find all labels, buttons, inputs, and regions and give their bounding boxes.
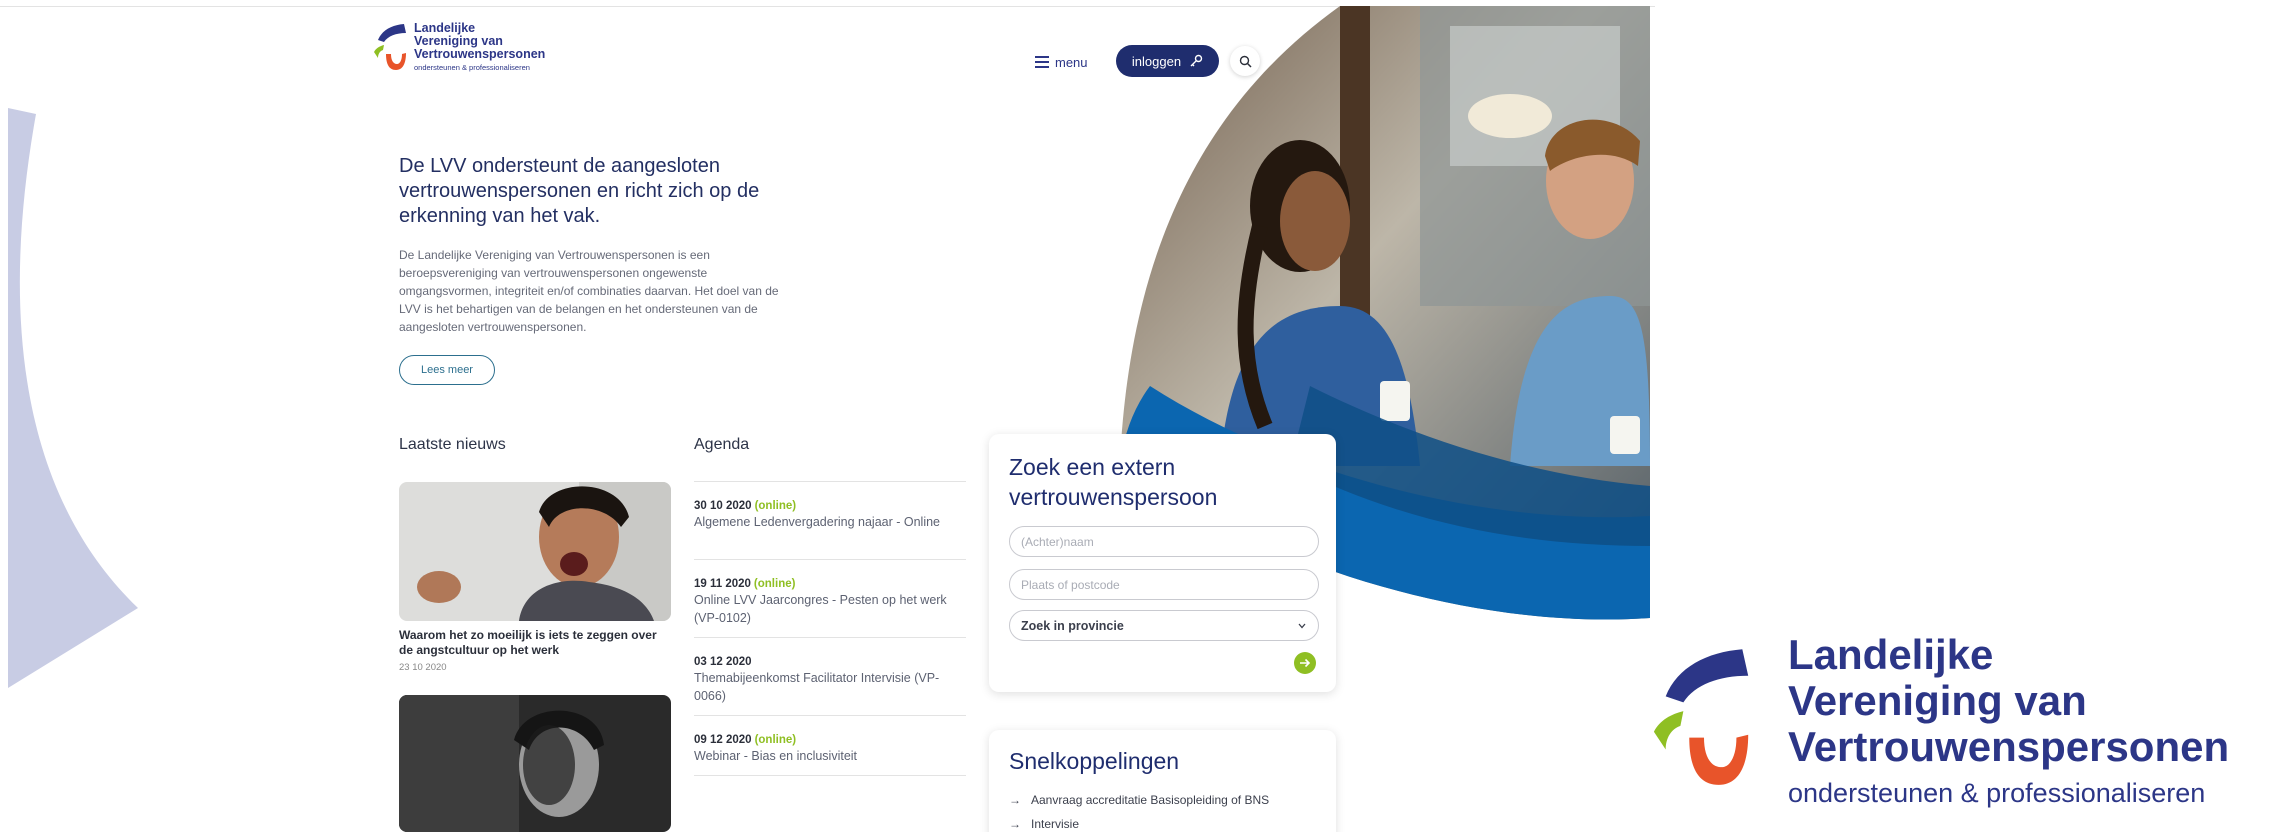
news-photo-portrait xyxy=(399,695,671,832)
quicklink-item[interactable]: → Intervisie xyxy=(1009,817,1079,831)
quicklink-label: Intervisie xyxy=(1031,817,1080,831)
news-item-title[interactable]: Waarom het zo moeilijk is iets te zeggen… xyxy=(399,628,671,658)
search-submit-button[interactable] xyxy=(1294,652,1316,674)
agenda-item[interactable]: 19 11 2020 (online) Online LVV Jaarcongre… xyxy=(694,560,966,638)
news-item-date: 23 10 2020 xyxy=(399,662,447,673)
agenda-title: Themabijeenkomst Facilitator Intervisie … xyxy=(694,671,940,703)
site-logo[interactable]: Landelijke Vereniging van Vertrouwensper… xyxy=(372,22,572,82)
large-logo-line-1: Landelijke xyxy=(1788,631,1994,678)
logo-line-3: Vertrouwenspersonen xyxy=(414,47,546,61)
agenda-date: 09 12 2020 xyxy=(694,734,752,746)
menu-label: menu xyxy=(1055,54,1088,70)
lvv-logo-icon xyxy=(374,24,406,70)
large-logo-line-3: Vertrouwenspersonen xyxy=(1788,723,2230,770)
agenda-online-tag: (online) xyxy=(754,734,797,746)
news-item-image[interactable] xyxy=(399,482,671,621)
agenda-list: 30 10 2020 (online) Algemene Ledenvergade… xyxy=(694,481,966,776)
name-input[interactable] xyxy=(1009,526,1319,557)
agenda-online-tag: (online) xyxy=(753,578,796,590)
agenda-item[interactable]: 09 12 2020 (online) Webinar - Bias en inc… xyxy=(694,716,966,776)
news-item-image[interactable] xyxy=(399,695,671,832)
agenda-title: Online LVV Jaarcongres - Pesten op het w… xyxy=(694,593,947,625)
quicklinks-card: Snelkoppelingen → Aanvraag accreditatie … xyxy=(989,730,1336,832)
news-photo-shouting-man xyxy=(399,482,671,621)
agenda-heading: Agenda xyxy=(694,436,750,453)
arrow-right-icon: → xyxy=(1009,793,1021,807)
agenda-date: 30 10 2020 xyxy=(694,500,752,512)
agenda-title: Webinar - Bias en inclusiviteit xyxy=(694,749,858,763)
logo-tagline: ondersteunen & professionaliseren xyxy=(414,63,530,72)
large-logo-tagline: ondersteunen & professionaliseren xyxy=(1788,778,2206,808)
province-select-value: Zoek in provincie xyxy=(1021,618,1124,633)
large-logo-line-2: Vereniging van xyxy=(1788,677,2087,724)
place-input[interactable] xyxy=(1009,569,1319,600)
intro-text: De Landelijke Vereniging van Vertrouwens… xyxy=(399,248,779,334)
lvv-logo-icon xyxy=(1653,649,1749,785)
chevron-down-icon xyxy=(1298,623,1306,628)
hamburger-icon xyxy=(1035,56,1049,68)
quicklinks-title: Snelkoppelingen xyxy=(1009,748,1180,774)
quicklink-item[interactable]: → Aanvraag accreditatie Basisopleiding o… xyxy=(1009,793,1269,807)
agenda-item[interactable]: 03 12 2020 Themabijeenkomst Facilitator … xyxy=(694,638,966,716)
province-select[interactable]: Zoek in provincie xyxy=(1009,610,1319,641)
arrow-right-icon xyxy=(1300,658,1311,668)
read-more-button[interactable]: Lees meer xyxy=(399,355,495,385)
agenda-date: 03 12 2020 xyxy=(694,656,752,668)
agenda-title: Algemene Ledenvergadering najaar - Onlin… xyxy=(694,515,940,529)
search-person-card: Zoek een extern vertrouwenspersoon Zoek … xyxy=(989,434,1336,692)
agenda-date: 19 11 2020 xyxy=(694,578,751,590)
agenda-item[interactable]: 30 10 2020 (online) Algemene Ledenvergade… xyxy=(694,482,966,560)
quicklink-label: Aanvraag accreditatie Basisopleiding of … xyxy=(1031,793,1270,807)
large-logo: Landelijke Vereniging van Vertrouwensper… xyxy=(1648,632,2268,832)
decorative-left-shape xyxy=(8,108,138,688)
news-heading: Laatste nieuws xyxy=(399,436,506,453)
menu-button[interactable]: menu xyxy=(1035,52,1088,72)
arrow-right-icon: → xyxy=(1009,817,1021,831)
search-card-title: Zoek een extern vertrouwenspersoon xyxy=(1009,454,1218,510)
page-title: De LVV ondersteunt de aangesloten vertro… xyxy=(399,155,760,227)
agenda-online-tag: (online) xyxy=(754,500,797,512)
